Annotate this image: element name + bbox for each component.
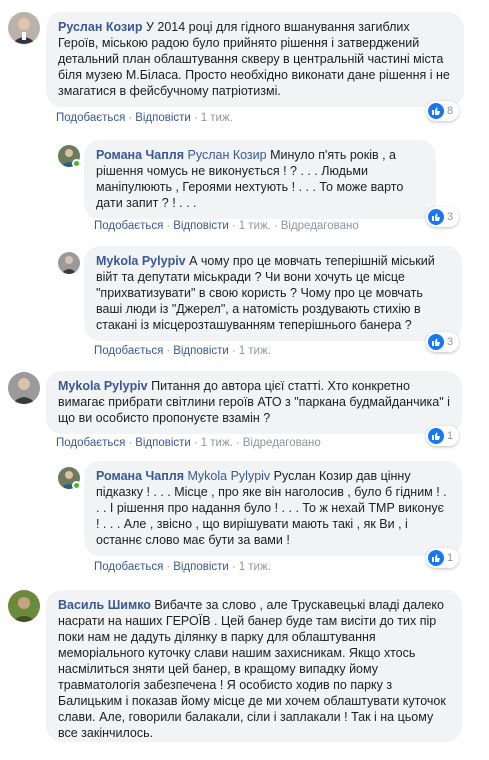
comment-bubble: Руслан Козир У 2014 році для гідного вша… <box>46 12 464 107</box>
comment-bubble: Mykola Pylypiv А чому про це мовчать теп… <box>84 246 462 341</box>
mention-link[interactable]: Руслан Козир <box>188 148 267 162</box>
comment-bubble: Романа Чапля Mykola Pylypiv Руслан Козир… <box>84 461 462 556</box>
reaction-count[interactable]: 1 <box>426 548 460 568</box>
edited-label[interactable]: Відредаговано <box>243 437 321 449</box>
comment-actions: Подобається · Відповісти · 1 тиж. <box>94 561 271 573</box>
reply-link[interactable]: Відповісти <box>173 561 229 573</box>
reaction-number: 3 <box>447 211 454 223</box>
timestamp[interactable]: 1 тиж. <box>239 220 271 232</box>
edited-label[interactable]: Відредаговано <box>281 220 359 232</box>
reaction-number: 1 <box>447 430 454 442</box>
like-link[interactable]: Подобається <box>94 345 163 357</box>
like-link[interactable]: Подобається <box>94 561 163 573</box>
like-thumb-icon <box>428 209 444 225</box>
like-link[interactable]: Подобається <box>56 112 125 124</box>
reply-link[interactable]: Відповісти <box>173 345 229 357</box>
timestamp[interactable]: 1 тиж. <box>201 112 233 124</box>
timestamp[interactable]: 1 тиж. <box>239 345 271 357</box>
online-dot <box>72 481 81 490</box>
like-thumb-icon <box>428 428 444 444</box>
avatar[interactable] <box>8 372 40 404</box>
reaction-number: 8 <box>447 105 454 117</box>
like-thumb-icon <box>428 550 444 566</box>
comment-author[interactable]: Mykola Pylypiv <box>96 254 186 268</box>
reaction-count[interactable]: 8 <box>426 101 460 121</box>
comment-actions: Подобається · Відповісти · 1 тиж. <box>94 345 271 357</box>
reply-link[interactable]: Відповісти <box>135 437 191 449</box>
reply-link[interactable]: Відповісти <box>135 112 191 124</box>
comment-text: Вибачте за слово , але Трускавецькі влад… <box>58 598 446 740</box>
like-link[interactable]: Подобається <box>56 437 125 449</box>
avatar[interactable] <box>8 12 40 44</box>
timestamp[interactable]: 1 тиж. <box>239 561 271 573</box>
comment-actions: Подобається · Відповісти · 1 тиж. <box>56 112 233 124</box>
like-link[interactable]: Подобається <box>94 220 163 232</box>
reaction-count[interactable]: 3 <box>426 207 460 227</box>
comment-bubble: Романа Чапля Руслан Козир Минуло п'ять р… <box>84 140 436 219</box>
like-thumb-icon <box>428 103 444 119</box>
comment-author[interactable]: Василь Шимко <box>58 598 151 612</box>
comment-author[interactable]: Романа Чапля <box>96 148 184 162</box>
online-dot <box>72 159 81 168</box>
comment-actions: Подобається · Відповісти · 1 тиж. · Відредагов… <box>94 220 359 232</box>
comment-author[interactable]: Mykola Pylypiv <box>58 379 148 393</box>
like-thumb-icon <box>428 334 444 350</box>
avatar[interactable] <box>8 590 40 622</box>
comment-bubble: Василь Шимко Вибачте за слово , але Трус… <box>46 590 462 742</box>
comment-actions: Подобається · Відповісти · 1 тиж. · Відредагов… <box>56 437 321 449</box>
comment-author[interactable]: Руслан Козир <box>58 20 142 34</box>
reaction-count[interactable]: 1 <box>426 426 460 446</box>
reaction-number: 3 <box>447 336 454 348</box>
reaction-number: 1 <box>447 552 454 564</box>
comment-author[interactable]: Романа Чапля <box>96 469 184 483</box>
mention-link[interactable]: Mykola Pylypiv <box>188 469 271 483</box>
avatar[interactable] <box>58 252 80 274</box>
timestamp[interactable]: 1 тиж. <box>201 437 233 449</box>
reply-link[interactable]: Відповісти <box>173 220 229 232</box>
reaction-count[interactable]: 3 <box>426 332 460 352</box>
comment-bubble: Mykola Pylypiv Питання до автора цієї ст… <box>46 371 462 434</box>
